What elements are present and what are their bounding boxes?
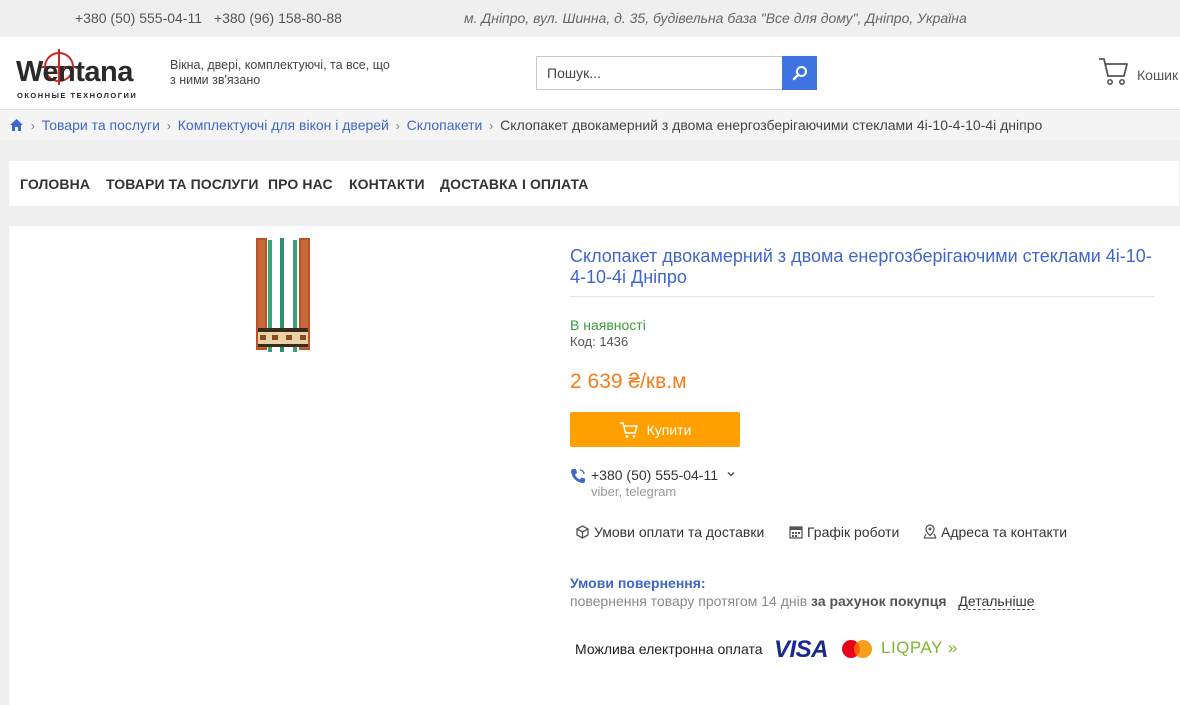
nav-item-home[interactable]: ГОЛОВНА	[20, 176, 90, 192]
buy-button[interactable]: Купити	[570, 412, 740, 447]
breadcrumb-current: Склопакет двокамерний з двома енергозбер…	[500, 117, 1043, 133]
product-card: Склопакет двокамерний з двома енергозбер…	[9, 226, 1180, 705]
liqpay-label: LIQPAY	[881, 638, 943, 657]
contact-phone-number: +380 (50) 555-04-11	[591, 467, 718, 483]
nav-item-contacts[interactable]: КОНТАКТИ	[349, 176, 425, 192]
breadcrumb-separator: ›	[166, 119, 171, 133]
buy-button-label: Купити	[646, 421, 692, 438]
returns-title: Умови повернення:	[570, 575, 706, 591]
nav-item-about[interactable]: ПРО НАС	[268, 176, 333, 192]
returns-more-link[interactable]: Детальніше	[958, 593, 1035, 610]
payment-delivery-link[interactable]: Умови оплати та доставки	[575, 524, 764, 540]
nav-item-delivery[interactable]: ДОСТАВКА І ОПЛАТА	[440, 176, 589, 192]
calendar-icon	[789, 526, 803, 539]
breadcrumb-link-goods[interactable]: Товари та послуги	[42, 117, 160, 133]
product-image[interactable]	[254, 238, 314, 352]
address-link[interactable]: Адреса та контакти	[923, 524, 1067, 540]
site-logo[interactable]: Wentana ОКОННЫЕ ТЕХНОЛОГИИ	[14, 49, 156, 100]
breadcrumb: › Товари та послуги › Комплектуючі для в…	[0, 110, 1180, 140]
top-phone-2[interactable]: +380 (96) 158-80-88	[214, 10, 342, 26]
cart-icon	[619, 421, 638, 438]
address-label: Адреса та контакти	[941, 524, 1068, 540]
phone-icon	[571, 469, 585, 483]
home-icon[interactable]	[9, 118, 24, 135]
site-tagline: Вікна, двері, комплектуючі, та все, що з…	[170, 58, 390, 87]
delivery-box-icon	[576, 525, 589, 539]
cart-button[interactable]: Кошик	[1097, 55, 1180, 91]
product-title: Склопакет двокамерний з двома енергозбер…	[570, 246, 1155, 297]
top-address: м. Дніпро, вул. Шинна, д. 35, будівельна…	[464, 10, 967, 26]
breadcrumb-link-glass-units[interactable]: Склопакети	[407, 117, 483, 133]
chevron-down-icon[interactable]	[726, 469, 736, 479]
contact-messengers: viber, telegram	[591, 484, 677, 499]
logo-text: Wentana	[16, 56, 133, 88]
schedule-link[interactable]: Графік роботи	[789, 524, 899, 540]
payment-delivery-label: Умови оплати та доставки	[594, 524, 765, 540]
product-code: Код: 1436	[570, 334, 629, 349]
returns-text: повернення товару протягом 14 днів за ра…	[570, 593, 1035, 610]
search-icon	[792, 66, 807, 81]
breadcrumb-separator: ›	[30, 119, 35, 133]
map-pin-icon	[923, 524, 937, 539]
returns-cost: за рахунок покупця	[811, 593, 947, 609]
breadcrumb-separator: ›	[395, 119, 400, 133]
cart-label: Кошик	[1137, 67, 1179, 83]
nav-item-goods[interactable]: ТОВАРИ ТА ПОСЛУГИ	[106, 176, 259, 192]
liqpay-logo: LIQPAY »	[881, 638, 958, 658]
search-box	[536, 56, 817, 90]
cart-icon	[1099, 58, 1128, 85]
mastercard-logo-icon	[842, 640, 872, 658]
returns-period: повернення товару протягом 14 днів	[570, 593, 808, 609]
breadcrumb-link-components[interactable]: Комплектуючі для вікон і дверей	[178, 117, 389, 133]
site-header: Wentana ОКОННЫЕ ТЕХНОЛОГИИ Вікна, двері,…	[0, 37, 1180, 110]
logo-subtitle: ОКОННЫЕ ТЕХНОЛОГИИ	[17, 91, 138, 100]
schedule-label: Графік роботи	[807, 524, 900, 540]
payment-label: Можлива електронна оплата	[575, 641, 763, 657]
top-phones: +380 (50) 555-04-11 +380 (96) 158-80-88	[75, 10, 350, 26]
top-bar: +380 (50) 555-04-11 +380 (96) 158-80-88 …	[0, 0, 1180, 37]
search-input[interactable]	[536, 56, 782, 90]
breadcrumb-separator: ›	[489, 119, 494, 133]
liqpay-arrows-icon: »	[947, 638, 958, 657]
search-button[interactable]	[782, 56, 817, 90]
main-nav: ГОЛОВНА ТОВАРИ ТА ПОСЛУГИ ПРО НАС КОНТАК…	[9, 161, 1179, 206]
top-phone-1[interactable]: +380 (50) 555-04-11	[75, 10, 202, 26]
visa-logo: VISA	[774, 636, 829, 663]
stock-status: В наявності	[570, 317, 646, 333]
product-price: 2 639 ₴/кв.м	[570, 370, 687, 393]
